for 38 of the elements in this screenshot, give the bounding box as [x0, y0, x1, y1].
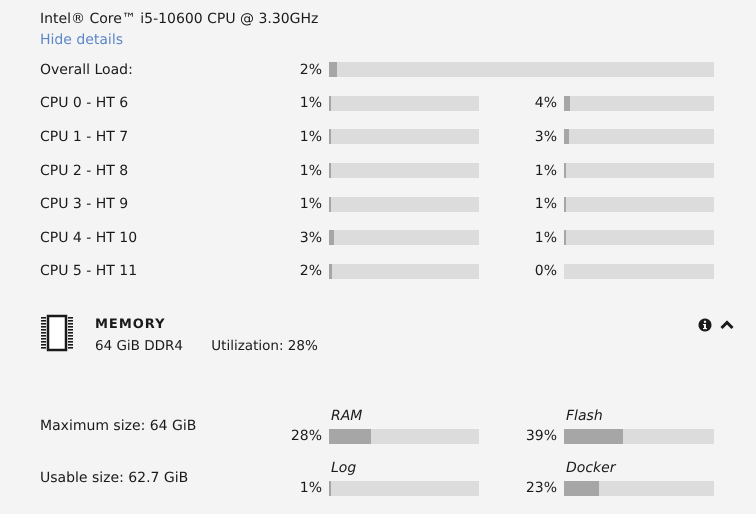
load-reading: 1%: [534, 162, 557, 179]
load-reading: 1%: [300, 162, 322, 179]
core-label: CPU 1 - HT 7: [40, 128, 130, 147]
collapse-icon[interactable]: [720, 320, 734, 330]
memory-utilization: Utilization: 28%: [211, 338, 318, 354]
memory-chip-icon: [40, 314, 74, 352]
load-reading: 1%: [534, 196, 557, 212]
memory-size-label: Usable size: 62.7 GiB: [40, 469, 190, 488]
load-reading: 1%: [534, 230, 557, 246]
load-reading: 3%: [300, 230, 322, 246]
usage-reading: 1%: [300, 480, 322, 496]
memory-title: MEMORY: [95, 316, 167, 334]
load-reading: 2%: [300, 62, 322, 78]
core-label: CPU 3 - HT 9: [40, 195, 130, 214]
usage-name: RAM: [331, 408, 362, 424]
load-reading: 1%: [300, 128, 322, 145]
load-reading: 1%: [300, 95, 322, 112]
memory-spec: 64 GiB DDR4: [95, 338, 183, 354]
usage-reading: 23%: [526, 480, 557, 496]
usage-name: Flash: [566, 408, 603, 424]
overall-load-label: Overall Load:: [40, 60, 134, 80]
usage-name: Log: [331, 460, 356, 476]
info-icon[interactable]: [698, 318, 712, 332]
load-reading: 3%: [534, 128, 557, 145]
core-label: CPU 4 - HT 10: [40, 228, 138, 248]
usage-reading: 39%: [526, 428, 557, 444]
usage-name: Docker: [566, 460, 616, 476]
memory-size-label: Maximum size: 64 GiB: [40, 417, 198, 436]
usage-reading: 28%: [290, 428, 322, 444]
load-reading: 2%: [300, 263, 322, 280]
hide-details-link[interactable]: Hide details: [40, 30, 124, 50]
load-reading: 0%: [534, 263, 557, 280]
core-label: CPU 2 - HT 8: [40, 162, 130, 181]
cpu-model: Intel® Core™ i5-10600 CPU @ 3.30GHz: [40, 10, 320, 29]
core-label: CPU 0 - HT 6: [40, 94, 130, 114]
load-reading: 1%: [300, 196, 322, 212]
core-label: CPU 5 - HT 11: [40, 262, 138, 282]
load-reading: 4%: [534, 95, 557, 112]
